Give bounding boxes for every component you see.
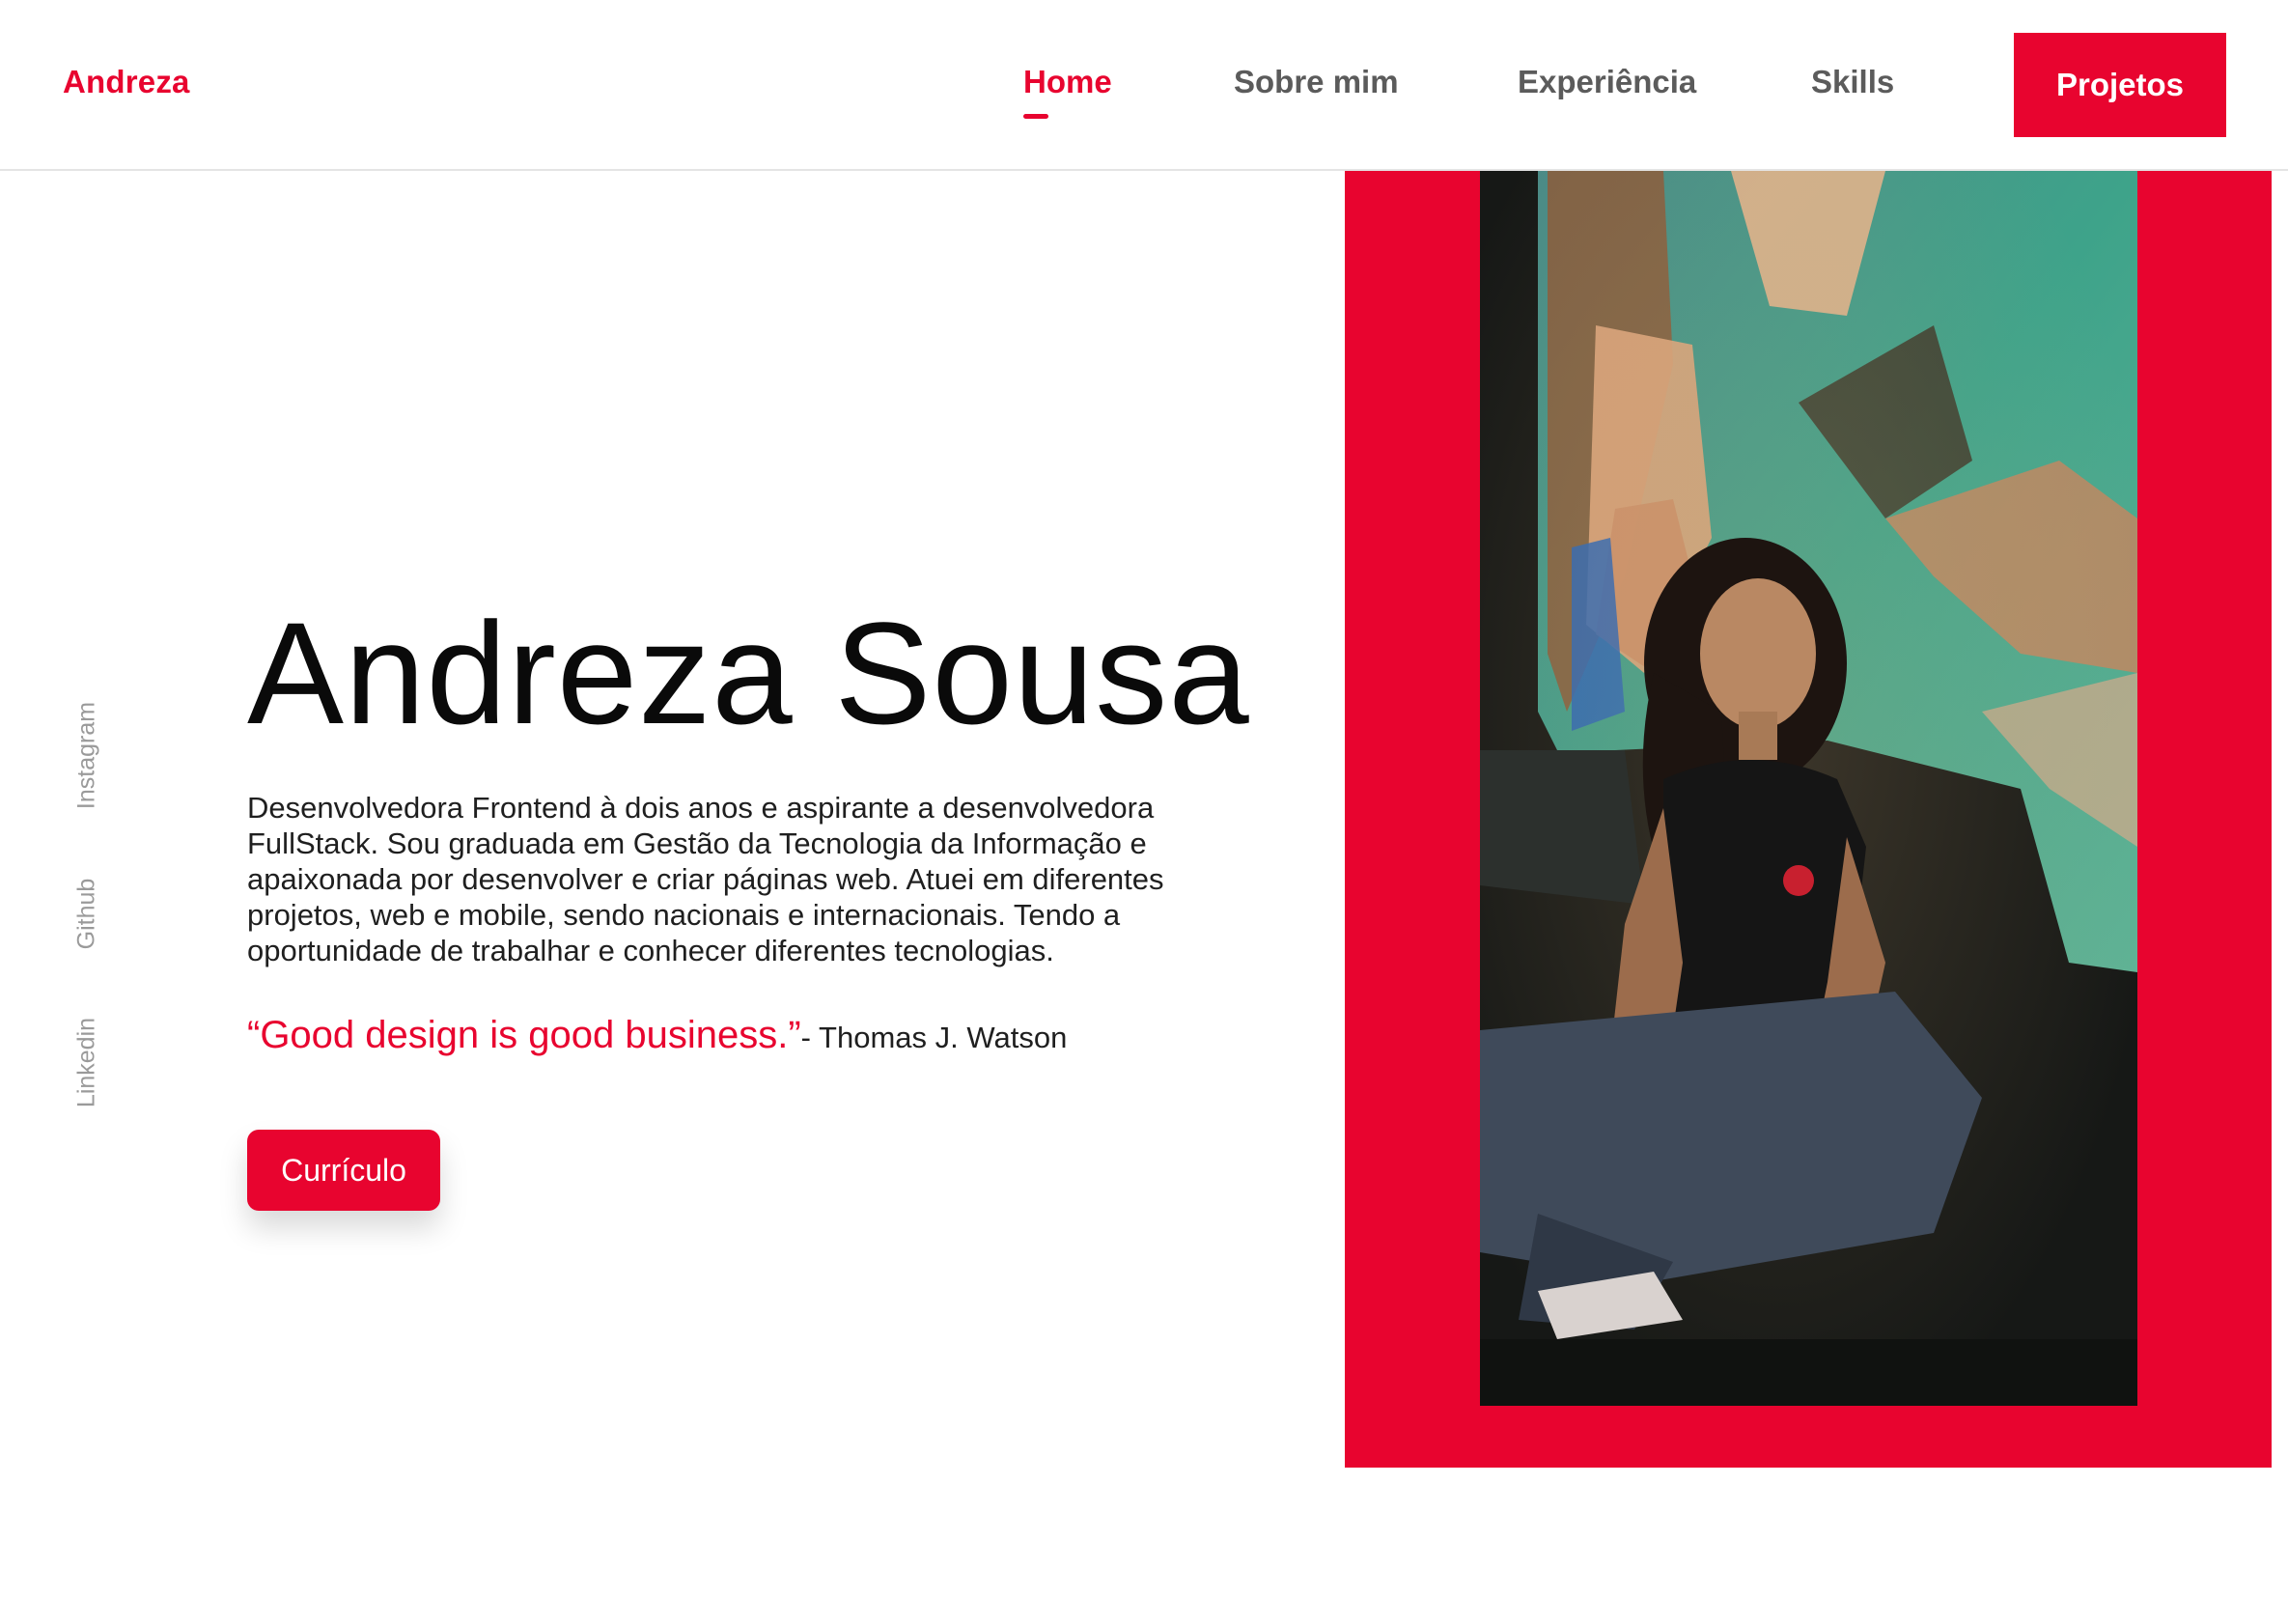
brand-logo[interactable]: Andreza <box>63 64 190 100</box>
hero-title: Andreza Sousa <box>247 592 1250 754</box>
projetos-button[interactable]: Projetos <box>2014 33 2226 137</box>
photo-frame <box>1345 171 2272 1468</box>
quote-author: - Thomas J. Watson <box>800 1021 1068 1054</box>
hero-description: Desenvolvedora Frontend à dois anos e as… <box>247 791 1164 967</box>
portrait-photo <box>1480 171 2137 1406</box>
portrait-photo-illustration <box>1480 171 2137 1406</box>
nav-sobre-mim[interactable]: Sobre mim <box>1234 64 1399 100</box>
nav-skills[interactable]: Skills <box>1811 64 1894 100</box>
github-link[interactable]: Github <box>73 856 101 972</box>
instagram-link[interactable]: Instagram <box>73 698 101 814</box>
curriculo-button[interactable]: Currículo <box>247 1130 440 1211</box>
quote: “Good design is good business.”- Thomas … <box>247 1014 1067 1057</box>
quote-text: “Good design is good business.” <box>247 1014 801 1056</box>
nav-active-indicator <box>1023 114 1048 119</box>
nav-experiencia[interactable]: Experiência <box>1518 64 1696 100</box>
page: Andreza Home Sobre mim Experiência Skill… <box>0 0 2288 1624</box>
header: Andreza Home Sobre mim Experiência Skill… <box>0 0 2288 171</box>
nav-home[interactable]: Home <box>1023 64 1112 100</box>
linkedin-link[interactable]: Linkedin <box>73 1005 101 1121</box>
